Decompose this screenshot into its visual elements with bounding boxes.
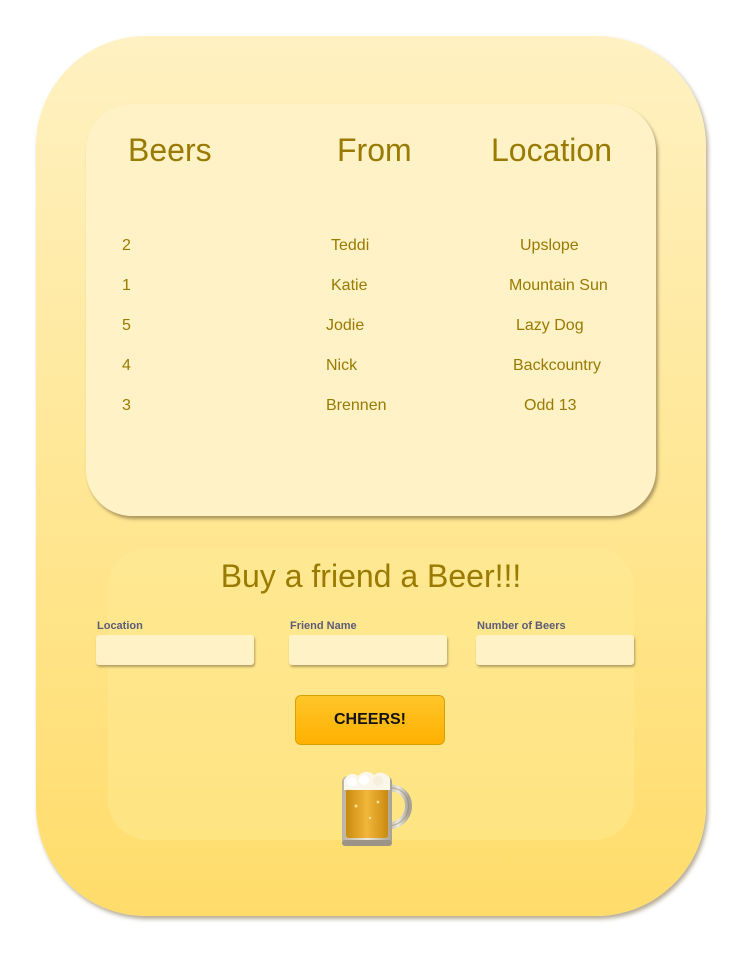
row-location: Odd 13 <box>524 397 577 414</box>
row-location: Lazy Dog <box>516 317 584 334</box>
main-card: Beers From Location 2 Teddi Upslope 1 Ka… <box>36 36 706 916</box>
location-input[interactable] <box>96 635 254 665</box>
header-beers: Beers <box>128 132 212 168</box>
row-beers: 1 <box>122 277 131 294</box>
row-location: Upslope <box>520 237 579 254</box>
location-label: Location <box>97 620 143 632</box>
table-row: 5 Jodie Lazy Dog <box>86 317 656 339</box>
table-row: 4 Nick Backcountry <box>86 357 656 379</box>
number-of-beers-label: Number of Beers <box>477 620 566 632</box>
friend-name-input[interactable] <box>289 635 447 665</box>
beer-mug-icon <box>342 771 412 846</box>
row-beers: 3 <box>122 397 131 414</box>
row-from: Teddi <box>331 237 370 254</box>
row-from: Nick <box>326 357 358 374</box>
friend-name-label: Friend Name <box>290 620 357 632</box>
header-location: Location <box>491 132 612 168</box>
cheers-button[interactable]: CHEERS! <box>295 695 445 745</box>
table-row: 3 Brennen Odd 13 <box>86 397 656 419</box>
row-from: Jodie <box>326 317 365 334</box>
beer-table-panel: Beers From Location 2 Teddi Upslope 1 Ka… <box>86 104 656 516</box>
row-beers: 4 <box>122 357 131 374</box>
header-from: From <box>337 132 412 168</box>
row-beers: 5 <box>122 317 131 334</box>
table-row: 2 Teddi Upslope <box>86 237 656 259</box>
row-from: Brennen <box>326 397 387 414</box>
row-location: Backcountry <box>513 357 602 374</box>
row-from: Katie <box>331 277 368 294</box>
row-location: Mountain Sun <box>509 277 608 294</box>
number-of-beers-input[interactable] <box>476 635 634 665</box>
form-title: Buy a friend a Beer!!! <box>220 558 522 594</box>
table-row: 1 Katie Mountain Sun <box>86 277 656 299</box>
row-beers: 2 <box>122 237 131 254</box>
